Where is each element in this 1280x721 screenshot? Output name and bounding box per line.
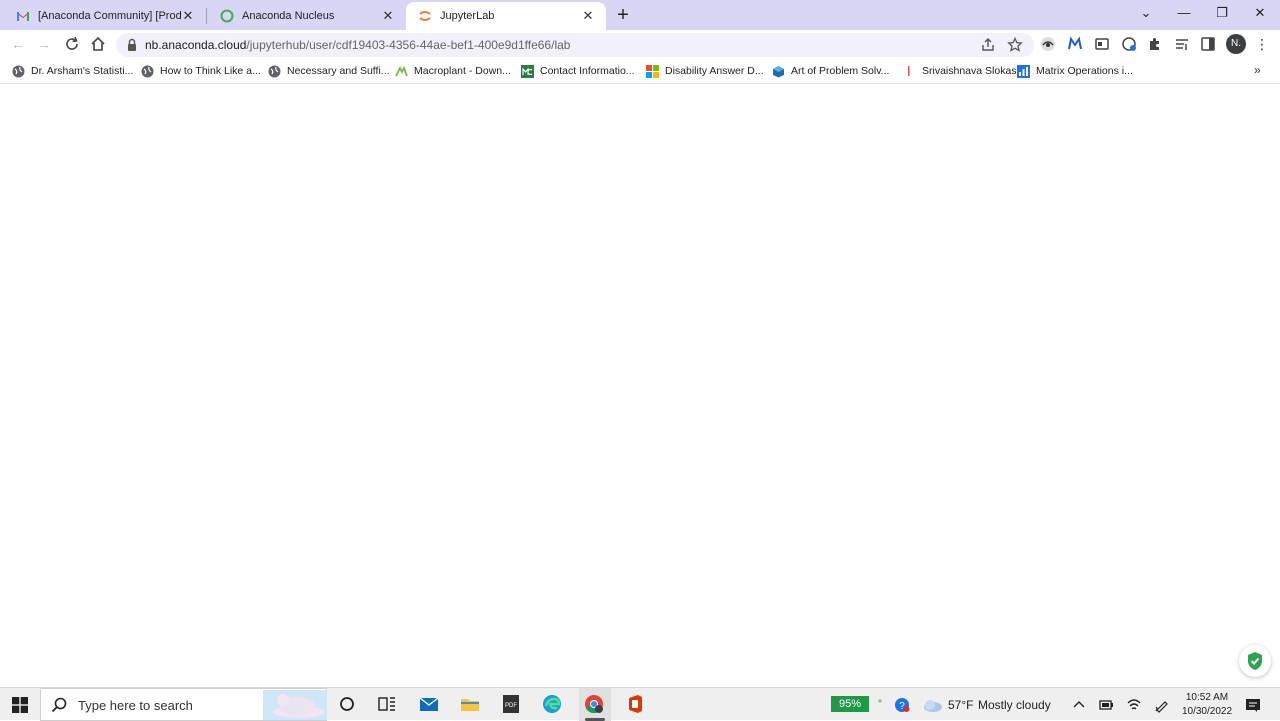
side-panel-icon[interactable]: [1200, 36, 1216, 52]
shield-check-icon[interactable]: [1239, 645, 1271, 677]
tab-anaconda-nucleus[interactable]: Anaconda Nucleus ✕: [204, 2, 406, 30]
weather-desc[interactable]: Mostly cloudy: [978, 698, 1051, 712]
windows-start-icon[interactable]: [12, 697, 28, 713]
url-path: /jupyterhub/user/cdf19403-4356-44ae-bef1…: [246, 38, 571, 52]
page-content: [0, 85, 1280, 687]
bookmark-item[interactable]: Macroplant - Down...: [395, 63, 511, 79]
svg-text:PDF: PDF: [505, 703, 517, 709]
chart-icon: [1017, 64, 1030, 78]
gmail-icon: [17, 12, 29, 21]
clock-time: 10:52 AM: [1185, 692, 1229, 703]
restore-icon[interactable]: ❐: [1203, 0, 1241, 28]
help-icon[interactable]: ?: [894, 697, 910, 713]
bookmark-label: How to Think Like a...: [160, 65, 261, 77]
tab-title: [Anaconda Community] [Product: [38, 10, 182, 22]
bookmark-item[interactable]: Srivaishnava Slokas: [903, 63, 1017, 79]
mc-icon: [521, 64, 534, 78]
puzzle-icon[interactable]: [1147, 36, 1163, 52]
new-tab-button[interactable]: +: [612, 4, 634, 26]
bookmarks-bar: Dr. Arsham's Statisti... How to Think Li…: [0, 58, 1280, 84]
minimize-icon[interactable]: —: [1165, 0, 1203, 28]
chevron-up-icon[interactable]: [1071, 697, 1087, 713]
wifi-icon[interactable]: [1126, 697, 1142, 713]
clock-date: 10/30/2022: [1181, 706, 1233, 717]
profile-avatar[interactable]: N.: [1226, 34, 1246, 54]
reload-icon[interactable]: [62, 34, 82, 54]
flag-icon: [908, 65, 910, 76]
search-highlight-art: [263, 690, 327, 720]
cloud-weather-icon[interactable]: [921, 697, 943, 713]
system-clock[interactable]: 10:52 AM 10/30/2022: [1176, 691, 1238, 719]
bookmark-item[interactable]: Dr. Arsham's Statisti...: [12, 63, 133, 79]
bookmark-item[interactable]: Necessary and Suffi...: [268, 63, 390, 79]
tab-anaconda-community[interactable]: [Anaconda Community] [Product ✕: [0, 2, 206, 30]
edge-icon[interactable]: [542, 694, 562, 714]
more-bookmarks-chevron[interactable]: »: [1254, 63, 1261, 77]
pdf-app-icon[interactable]: PDF: [501, 694, 521, 714]
share-icon[interactable]: [980, 37, 996, 53]
address-bar[interactable]: nb.anaconda.cloud/jupyterhub/user/cdf194…: [116, 33, 1034, 57]
battery-icon[interactable]: [1098, 697, 1114, 713]
malwarebytes-icon[interactable]: [1067, 36, 1083, 52]
office-icon[interactable]: [625, 694, 645, 714]
extension-eye-icon[interactable]: [1040, 36, 1056, 52]
taskbar-search-box[interactable]: Type here to search: [40, 688, 327, 721]
reading-list-icon[interactable]: [1174, 36, 1190, 52]
bookmark-item[interactable]: Contact Informatio...: [521, 63, 635, 79]
anaconda-icon: [220, 9, 234, 23]
bookmark-label: Srivaishnava Slokas: [922, 65, 1017, 77]
bookmark-item[interactable]: Disability Answer D...: [646, 63, 764, 79]
bookmark-label: Dr. Arsham's Statisti...: [31, 65, 134, 77]
search-placeholder: Type here to search: [78, 698, 193, 713]
pen-icon[interactable]: [1154, 697, 1170, 713]
battery-sparkle-icon: [878, 699, 882, 703]
tab-search-chevron-icon[interactable]: ⌄: [1127, 0, 1165, 28]
kebab-menu-icon[interactable]: ⋮: [1255, 35, 1269, 53]
tab-strip: [Anaconda Community] [Product ✕ Anaconda…: [0, 0, 1280, 30]
url-host: nb.anaconda.cloud: [145, 38, 247, 52]
bookmark-item[interactable]: Art of Problem Solv...: [772, 63, 889, 79]
mail-icon[interactable]: [419, 694, 439, 714]
forward-arrow-icon[interactable]: →: [34, 34, 54, 54]
window-close-icon[interactable]: ✕: [1241, 0, 1279, 28]
bookmark-star-icon[interactable]: [1007, 37, 1023, 53]
extension-window-icon[interactable]: [1094, 36, 1110, 52]
bookmark-label: Matrix Operations i...: [1036, 65, 1133, 77]
bookmark-item[interactable]: How to Think Like a...: [141, 63, 261, 79]
weather-temp[interactable]: 57°F: [948, 698, 973, 712]
windows-taskbar: Type here to search PDF 95% ? 57°F Mostl…: [0, 687, 1280, 721]
jupyter-icon: [419, 11, 431, 21]
file-explorer-icon[interactable]: [460, 694, 480, 714]
bookmark-label: Macroplant - Down...: [414, 65, 511, 77]
bookmark-label: Art of Problem Solv...: [791, 65, 890, 77]
globe-icon: [268, 65, 281, 77]
tab-jupyterlab[interactable]: JupyterLab ✕: [406, 2, 606, 30]
globe-icon: [141, 65, 154, 77]
task-view-icon[interactable]: [377, 694, 397, 714]
home-icon[interactable]: [88, 34, 108, 54]
macroplant-icon: [395, 65, 408, 76]
tab-title: JupyterLab: [440, 10, 495, 22]
extension-badge-icon[interactable]: [1121, 36, 1137, 52]
cortana-icon[interactable]: [337, 694, 357, 714]
lock-icon: [128, 38, 136, 51]
close-tab-icon[interactable]: ✕: [580, 8, 596, 24]
bookmark-item[interactable]: Matrix Operations i...: [1017, 63, 1133, 79]
bookmark-label: Disability Answer D...: [665, 65, 764, 77]
microsoft-icon: [646, 64, 659, 78]
browser-toolbar: ← → nb.anaconda.cloud/jupyterhub/user/cd…: [0, 30, 1280, 58]
bookmark-label: Contact Informatio...: [540, 65, 635, 77]
close-tab-icon[interactable]: ✕: [380, 8, 396, 24]
url-text: nb.anaconda.cloud/jupyterhub/user/cdf194…: [145, 38, 570, 52]
tab-title: Anaconda Nucleus: [242, 10, 335, 22]
back-arrow-icon[interactable]: ←: [8, 34, 28, 54]
notification-icon[interactable]: [1245, 697, 1261, 713]
chrome-icon[interactable]: [584, 694, 604, 714]
aops-icon: [773, 65, 784, 77]
globe-icon: [12, 65, 25, 77]
search-icon: [51, 697, 67, 713]
close-tab-icon[interactable]: ✕: [180, 8, 196, 24]
battery-badge[interactable]: 95%: [831, 696, 869, 712]
bookmark-label: Necessary and Suffi...: [287, 65, 390, 77]
